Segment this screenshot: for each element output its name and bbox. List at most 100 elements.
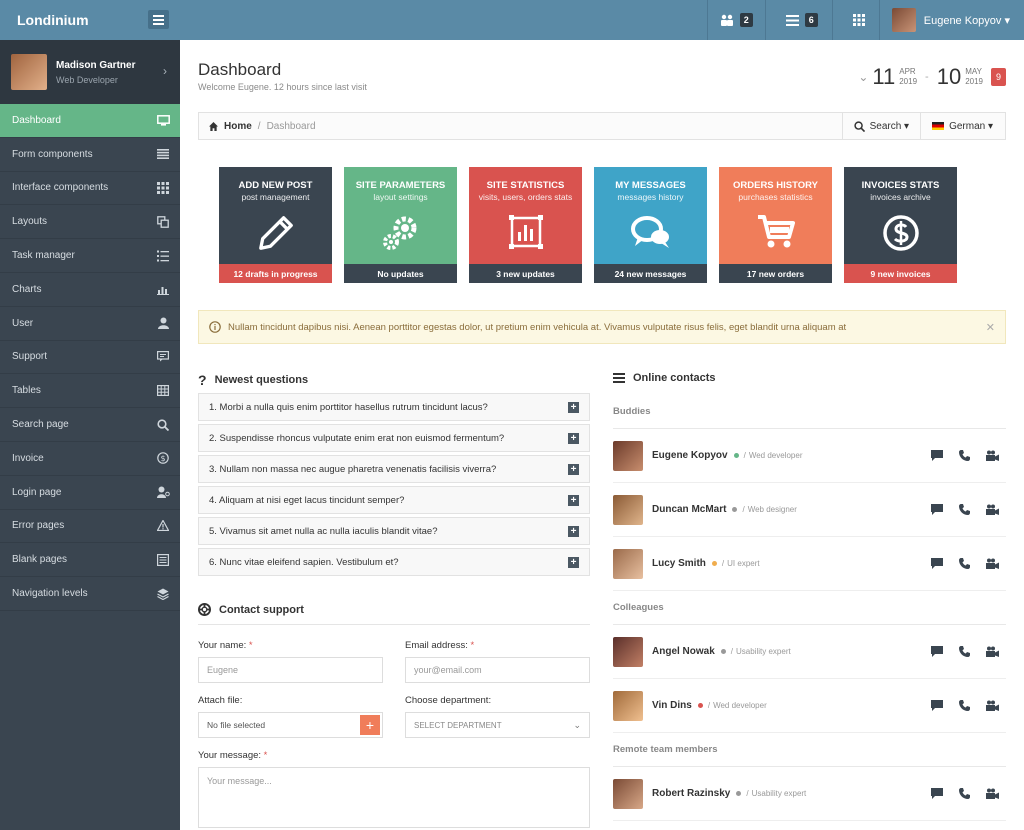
sidebar-item-label: Support	[12, 351, 48, 363]
video-call-icon[interactable]	[985, 556, 1000, 570]
expand-plus-icon[interactable]: +	[568, 494, 579, 506]
message-icon[interactable]	[929, 448, 944, 462]
sidebar-item-error-pages[interactable]: Error pages	[0, 510, 180, 544]
copy-icon	[156, 215, 170, 229]
contact-row[interactable]: Eugene Kopyov / Wed developer	[613, 429, 1006, 483]
department-select[interactable]: SELECT DEPARTMENT ⌄	[405, 712, 590, 738]
message-icon[interactable]	[929, 698, 944, 712]
language-dropdown-button[interactable]: German ▾	[920, 112, 1005, 140]
chevron-down-icon[interactable]: ⌄	[858, 70, 868, 84]
email-field[interactable]: your@email.com	[405, 657, 590, 683]
contact-row[interactable]: Angel Nowak / Usability expert	[613, 625, 1006, 679]
list-icon	[785, 14, 799, 26]
sidebar-item-login-page[interactable]: Login page	[0, 476, 180, 510]
sidebar-item-layouts[interactable]: Layouts	[0, 205, 180, 240]
sidebar-item-task-manager[interactable]: Task manager	[0, 239, 180, 273]
name-input[interactable]: Eugene	[198, 657, 383, 683]
contact-name[interactable]: Duncan McMart	[652, 504, 726, 515]
sidebar-user-role: Web Developer	[56, 74, 118, 85]
phone-icon[interactable]	[957, 644, 972, 658]
contact-row[interactable]: Robert Razinsky / Usability expert	[613, 767, 1006, 821]
question-item[interactable]: 6. Nunc vitae eleifend sapien. Vestibulu…	[198, 548, 590, 576]
message-icon[interactable]	[929, 786, 944, 800]
video-call-icon[interactable]	[985, 448, 1000, 462]
expand-plus-icon[interactable]: +	[568, 463, 579, 475]
contact-row[interactable]: Lucy Smith / UI expert	[613, 537, 1006, 591]
breadcrumb-current: Dashboard	[266, 120, 316, 132]
video-call-icon[interactable]	[985, 698, 1000, 712]
sidebar-item-interface-components[interactable]: Interface components	[0, 172, 180, 206]
expand-plus-icon[interactable]: +	[568, 401, 579, 413]
search-dropdown-label: Search ▾	[869, 120, 910, 132]
expand-plus-icon[interactable]: +	[568, 556, 579, 568]
sidebar-item-invoice[interactable]: Invoice $	[0, 442, 180, 476]
warning-icon	[156, 519, 170, 533]
tile-title: SITE PARAMETERS	[355, 180, 446, 191]
file-input[interactable]: No file selected +	[198, 712, 383, 738]
question-item[interactable]: 4. Aliquam at nisi eget lacus tincidunt …	[198, 486, 590, 514]
video-call-icon[interactable]	[985, 502, 1000, 516]
question-item[interactable]: 1. Morbi a nulla quis enim porttitor has…	[198, 393, 590, 421]
tile-site-parameters[interactable]: SITE PARAMETERS layout settings No updat…	[344, 167, 457, 283]
phone-icon[interactable]	[957, 448, 972, 462]
tile-orders-history[interactable]: ORDERS HISTORY purchases statistics 17 n…	[719, 167, 832, 283]
sidebar-item-charts[interactable]: Charts	[0, 273, 180, 307]
tile-site-statistics[interactable]: SITE STATISTICS visits, users, orders st…	[469, 167, 582, 283]
contact-row[interactable]: Vin Dins / Wed developer	[613, 679, 1006, 733]
video-call-icon[interactable]	[985, 644, 1000, 658]
phone-icon[interactable]	[957, 502, 972, 516]
question-item[interactable]: 3. Nullam non massa nec augue pharetra v…	[198, 455, 590, 483]
brand[interactable]: Londinium	[0, 0, 180, 40]
contact-name[interactable]: Angel Nowak	[652, 646, 715, 657]
layers-icon	[156, 587, 170, 601]
phone-icon[interactable]	[957, 556, 972, 570]
user-key-icon	[156, 485, 170, 499]
list-icon	[613, 373, 625, 383]
date-to-month: MAY	[965, 67, 982, 76]
users-dropdown-button[interactable]: 2	[706, 0, 765, 40]
sidebar-item-navigation-levels[interactable]: Navigation levels	[0, 577, 180, 611]
contact-name[interactable]: Vin Dins	[652, 700, 692, 711]
breadcrumb-home-link[interactable]: Home	[224, 121, 252, 132]
tile-my-messages[interactable]: MY MESSAGES messages history 24 new mess…	[594, 167, 707, 283]
sidebar-item-user[interactable]: User	[0, 307, 180, 341]
sidebar-item-search-page[interactable]: Search page	[0, 408, 180, 442]
expand-plus-icon[interactable]: +	[568, 525, 579, 537]
contact-name[interactable]: Eugene Kopyov	[652, 450, 728, 461]
message-icon[interactable]	[929, 556, 944, 570]
contact-role: Usability expert	[751, 789, 807, 798]
user-menu-button[interactable]: Eugene Kopyov ▾	[878, 0, 1024, 40]
sidebar-item-support[interactable]: Support	[0, 341, 180, 375]
expand-plus-icon[interactable]: +	[568, 432, 579, 444]
message-icon[interactable]	[929, 502, 944, 516]
phone-icon[interactable]	[957, 786, 972, 800]
contact-name[interactable]: Robert Razinsky	[652, 788, 730, 799]
apps-grid-button[interactable]	[831, 0, 879, 40]
sidebar-item-tables[interactable]: Tables	[0, 374, 180, 409]
sidebar-item-form-components[interactable]: Form components	[0, 138, 180, 172]
tile-add-new-post[interactable]: ADD NEW POST post management 12 drafts i…	[219, 167, 332, 283]
date-range[interactable]: ⌄ 11 APR 2019 - 10 MAY 2019 9	[858, 64, 1006, 90]
question-item[interactable]: 5. Vivamus sit amet nulla ac nulla iacul…	[198, 517, 590, 545]
sidebar-item-dashboard[interactable]: Dashboard	[0, 104, 180, 138]
sidebar-toggle-button[interactable]	[148, 10, 169, 29]
add-file-button[interactable]: +	[360, 715, 380, 735]
search-dropdown-button[interactable]: Search ▾	[841, 112, 920, 140]
contact-name[interactable]: Lucy Smith	[652, 558, 706, 569]
avatar	[613, 636, 643, 667]
contact-row[interactable]: Duncan McMart / Web designer	[613, 483, 1006, 537]
tile-invoices-stats[interactable]: INVOICES STATS invoices archive 9 new in…	[844, 167, 957, 283]
tasks-dropdown-button[interactable]: 6	[764, 0, 832, 40]
status-dot	[720, 649, 726, 654]
phone-icon[interactable]	[957, 698, 972, 712]
question-item[interactable]: 2. Suspendisse rhoncus vulputate enim er…	[198, 424, 590, 452]
chevron-down-icon: ⌄	[573, 720, 581, 730]
message-textarea[interactable]: Your message...	[198, 767, 590, 828]
tile-footer: 24 new messages	[594, 264, 707, 283]
video-call-icon[interactable]	[985, 786, 1000, 800]
user-menu-name: Eugene Kopyov ▾	[923, 14, 1010, 27]
sidebar-user-profile[interactable]: Madison Gartner Web Developer ›	[0, 40, 180, 104]
close-icon[interactable]: ✕	[986, 321, 995, 334]
message-icon[interactable]	[929, 644, 944, 658]
sidebar-item-blank-pages[interactable]: Blank pages	[0, 543, 180, 578]
